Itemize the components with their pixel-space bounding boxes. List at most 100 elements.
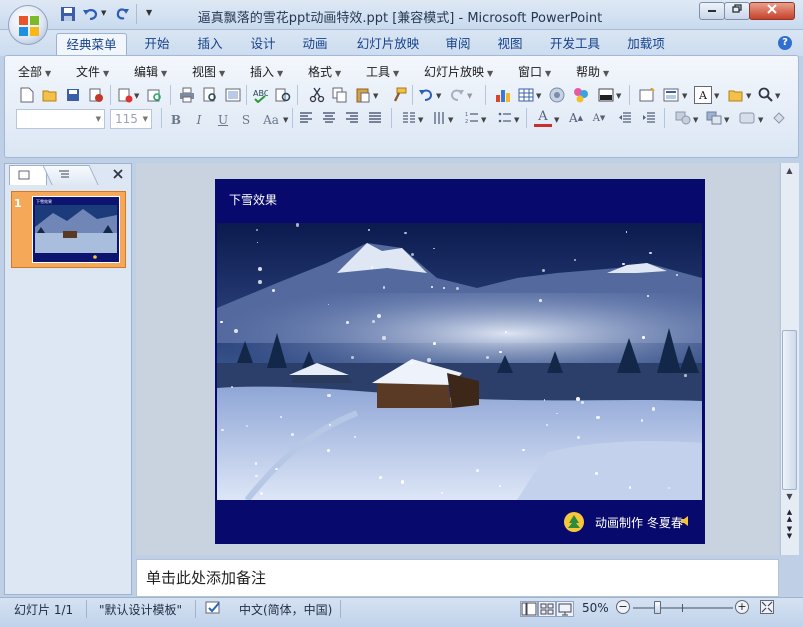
- arrange-icon[interactable]: [705, 109, 723, 127]
- tab-outline[interactable]: [42, 165, 99, 185]
- chevron-down-icon[interactable]: ▼: [448, 116, 453, 124]
- undo-dropdown-icon[interactable]: ▼: [101, 9, 106, 17]
- menu-all[interactable]: 全部 ▼: [18, 64, 51, 80]
- print-icon[interactable]: [178, 86, 196, 104]
- tab-animations[interactable]: 动画: [294, 33, 336, 56]
- chevron-down-icon[interactable]: ▼: [682, 92, 687, 100]
- undo-icon[interactable]: [417, 86, 435, 104]
- chevron-down-icon[interactable]: ▼: [436, 92, 441, 100]
- menu-window[interactable]: 窗口 ▼: [518, 64, 551, 80]
- cut-icon[interactable]: [308, 86, 326, 104]
- scroll-down-icon[interactable]: ▼: [782, 492, 797, 506]
- search-icon[interactable]: [757, 86, 775, 104]
- chevron-down-icon[interactable]: ▼: [514, 116, 519, 124]
- tab-developer[interactable]: 开发工具: [542, 33, 608, 56]
- redo-icon[interactable]: [114, 6, 132, 24]
- change-case-button[interactable]: Aa: [260, 111, 282, 129]
- restore-button[interactable]: [724, 2, 750, 20]
- new-slide-icon[interactable]: [638, 86, 656, 104]
- chevron-down-icon[interactable]: ▼: [554, 116, 559, 124]
- chevron-down-icon[interactable]: ▼: [746, 92, 751, 100]
- redo-icon[interactable]: [448, 86, 466, 104]
- shapes-icon[interactable]: [674, 109, 692, 127]
- chevron-down-icon[interactable]: ▼: [724, 116, 729, 124]
- font-size-combo[interactable]: 115 ▼: [110, 109, 152, 129]
- smart-art-icon[interactable]: [572, 86, 590, 104]
- normal-view-icon[interactable]: [520, 601, 538, 617]
- font-color-icon[interactable]: A: [534, 109, 552, 127]
- color-grayscale-icon[interactable]: [597, 86, 615, 104]
- open-folder-icon[interactable]: [41, 86, 59, 104]
- tab-slideshow[interactable]: 幻灯片放映: [347, 33, 429, 56]
- menu-insert[interactable]: 插入 ▼: [250, 64, 283, 80]
- bold-button[interactable]: B: [167, 111, 185, 129]
- print-preview-icon[interactable]: [201, 86, 219, 104]
- slide-layout-icon[interactable]: [662, 86, 680, 104]
- fit-to-window-icon[interactable]: [760, 600, 774, 614]
- bullets-icon[interactable]: [496, 109, 514, 127]
- tab-classic-menu[interactable]: 经典菜单: [56, 33, 127, 56]
- slide-sorter-icon[interactable]: [538, 601, 556, 617]
- slide-credit[interactable]: 动画制作 冬夏春: [595, 514, 683, 531]
- slide-title[interactable]: 下雪效果: [229, 191, 277, 208]
- chevron-down-icon[interactable]: ▼: [134, 92, 139, 100]
- folder-icon[interactable]: [727, 86, 745, 104]
- justify-icon[interactable]: [366, 109, 384, 127]
- align-center-icon[interactable]: [320, 109, 338, 127]
- zoom-slider-thumb[interactable]: [654, 601, 661, 614]
- spelling-icon[interactable]: ABC: [251, 86, 269, 104]
- chevron-down-icon[interactable]: ▼: [467, 92, 472, 100]
- sound-icon[interactable]: [680, 514, 692, 528]
- zoom-out-icon[interactable]: −: [616, 600, 630, 614]
- menu-help[interactable]: 帮助 ▼: [576, 64, 609, 80]
- chevron-down-icon[interactable]: ▼: [481, 116, 486, 124]
- permission-icon[interactable]: [87, 86, 105, 104]
- format-painter-icon[interactable]: [390, 86, 408, 104]
- shrink-font-icon[interactable]: A ▼: [590, 109, 608, 127]
- chevron-down-icon[interactable]: ▼: [775, 92, 780, 100]
- paste-icon[interactable]: [354, 86, 372, 104]
- chevron-down-icon[interactable]: ▼: [373, 92, 378, 100]
- scroll-thumb[interactable]: [782, 330, 797, 490]
- spell-check-icon[interactable]: [205, 600, 223, 616]
- tab-view[interactable]: 视图: [489, 33, 531, 56]
- numbering-icon[interactable]: 12: [463, 109, 481, 127]
- chevron-down-icon[interactable]: ▼: [616, 92, 621, 100]
- align-right-icon[interactable]: [343, 109, 361, 127]
- columns-icon[interactable]: [400, 109, 418, 127]
- font-name-combo[interactable]: ▼: [16, 109, 105, 129]
- office-button[interactable]: [8, 5, 48, 45]
- increase-indent-icon[interactable]: [640, 109, 658, 127]
- close-pane-icon[interactable]: [111, 167, 125, 181]
- slideshow-view-icon[interactable]: [556, 601, 574, 617]
- chevron-down-icon[interactable]: ▼: [418, 116, 423, 124]
- underline-button[interactable]: U: [214, 111, 232, 129]
- quick-styles-icon[interactable]: [738, 109, 756, 127]
- zoom-in-icon[interactable]: +: [735, 600, 749, 614]
- menu-format[interactable]: 格式 ▼: [308, 64, 341, 80]
- clip-art-icon[interactable]: [548, 86, 566, 104]
- text-direction-icon[interactable]: [430, 109, 448, 127]
- align-left-icon[interactable]: [297, 109, 315, 127]
- save-icon[interactable]: [64, 86, 82, 104]
- previous-slide-icon[interactable]: ▲ ▲: [782, 509, 797, 523]
- table-icon[interactable]: [517, 86, 535, 104]
- chevron-down-icon[interactable]: ▼: [536, 92, 541, 100]
- tab-review[interactable]: 审阅: [437, 33, 479, 56]
- email-icon[interactable]: [116, 86, 134, 104]
- chevron-down-icon[interactable]: ▼: [714, 92, 719, 100]
- decrease-indent-icon[interactable]: [616, 109, 634, 127]
- scroll-up-icon[interactable]: ▲: [782, 166, 797, 180]
- menu-file[interactable]: 文件 ▼: [76, 64, 109, 80]
- language[interactable]: 中文(简体，中国): [239, 601, 332, 618]
- menu-edit[interactable]: 编辑 ▼: [134, 64, 167, 80]
- design-template[interactable]: "默认设计模板": [99, 601, 182, 618]
- zoom-slider-track[interactable]: [633, 607, 733, 609]
- chart-icon[interactable]: [494, 86, 512, 104]
- new-document-icon[interactable]: [18, 86, 36, 104]
- undo-icon[interactable]: [82, 6, 100, 24]
- slide-thumbnail-image[interactable]: 下雪效果: [32, 196, 120, 263]
- menu-slideshow[interactable]: 幻灯片放映 ▼: [424, 64, 493, 80]
- shadow-button[interactable]: S: [237, 111, 255, 129]
- tab-slides[interactable]: [9, 165, 47, 185]
